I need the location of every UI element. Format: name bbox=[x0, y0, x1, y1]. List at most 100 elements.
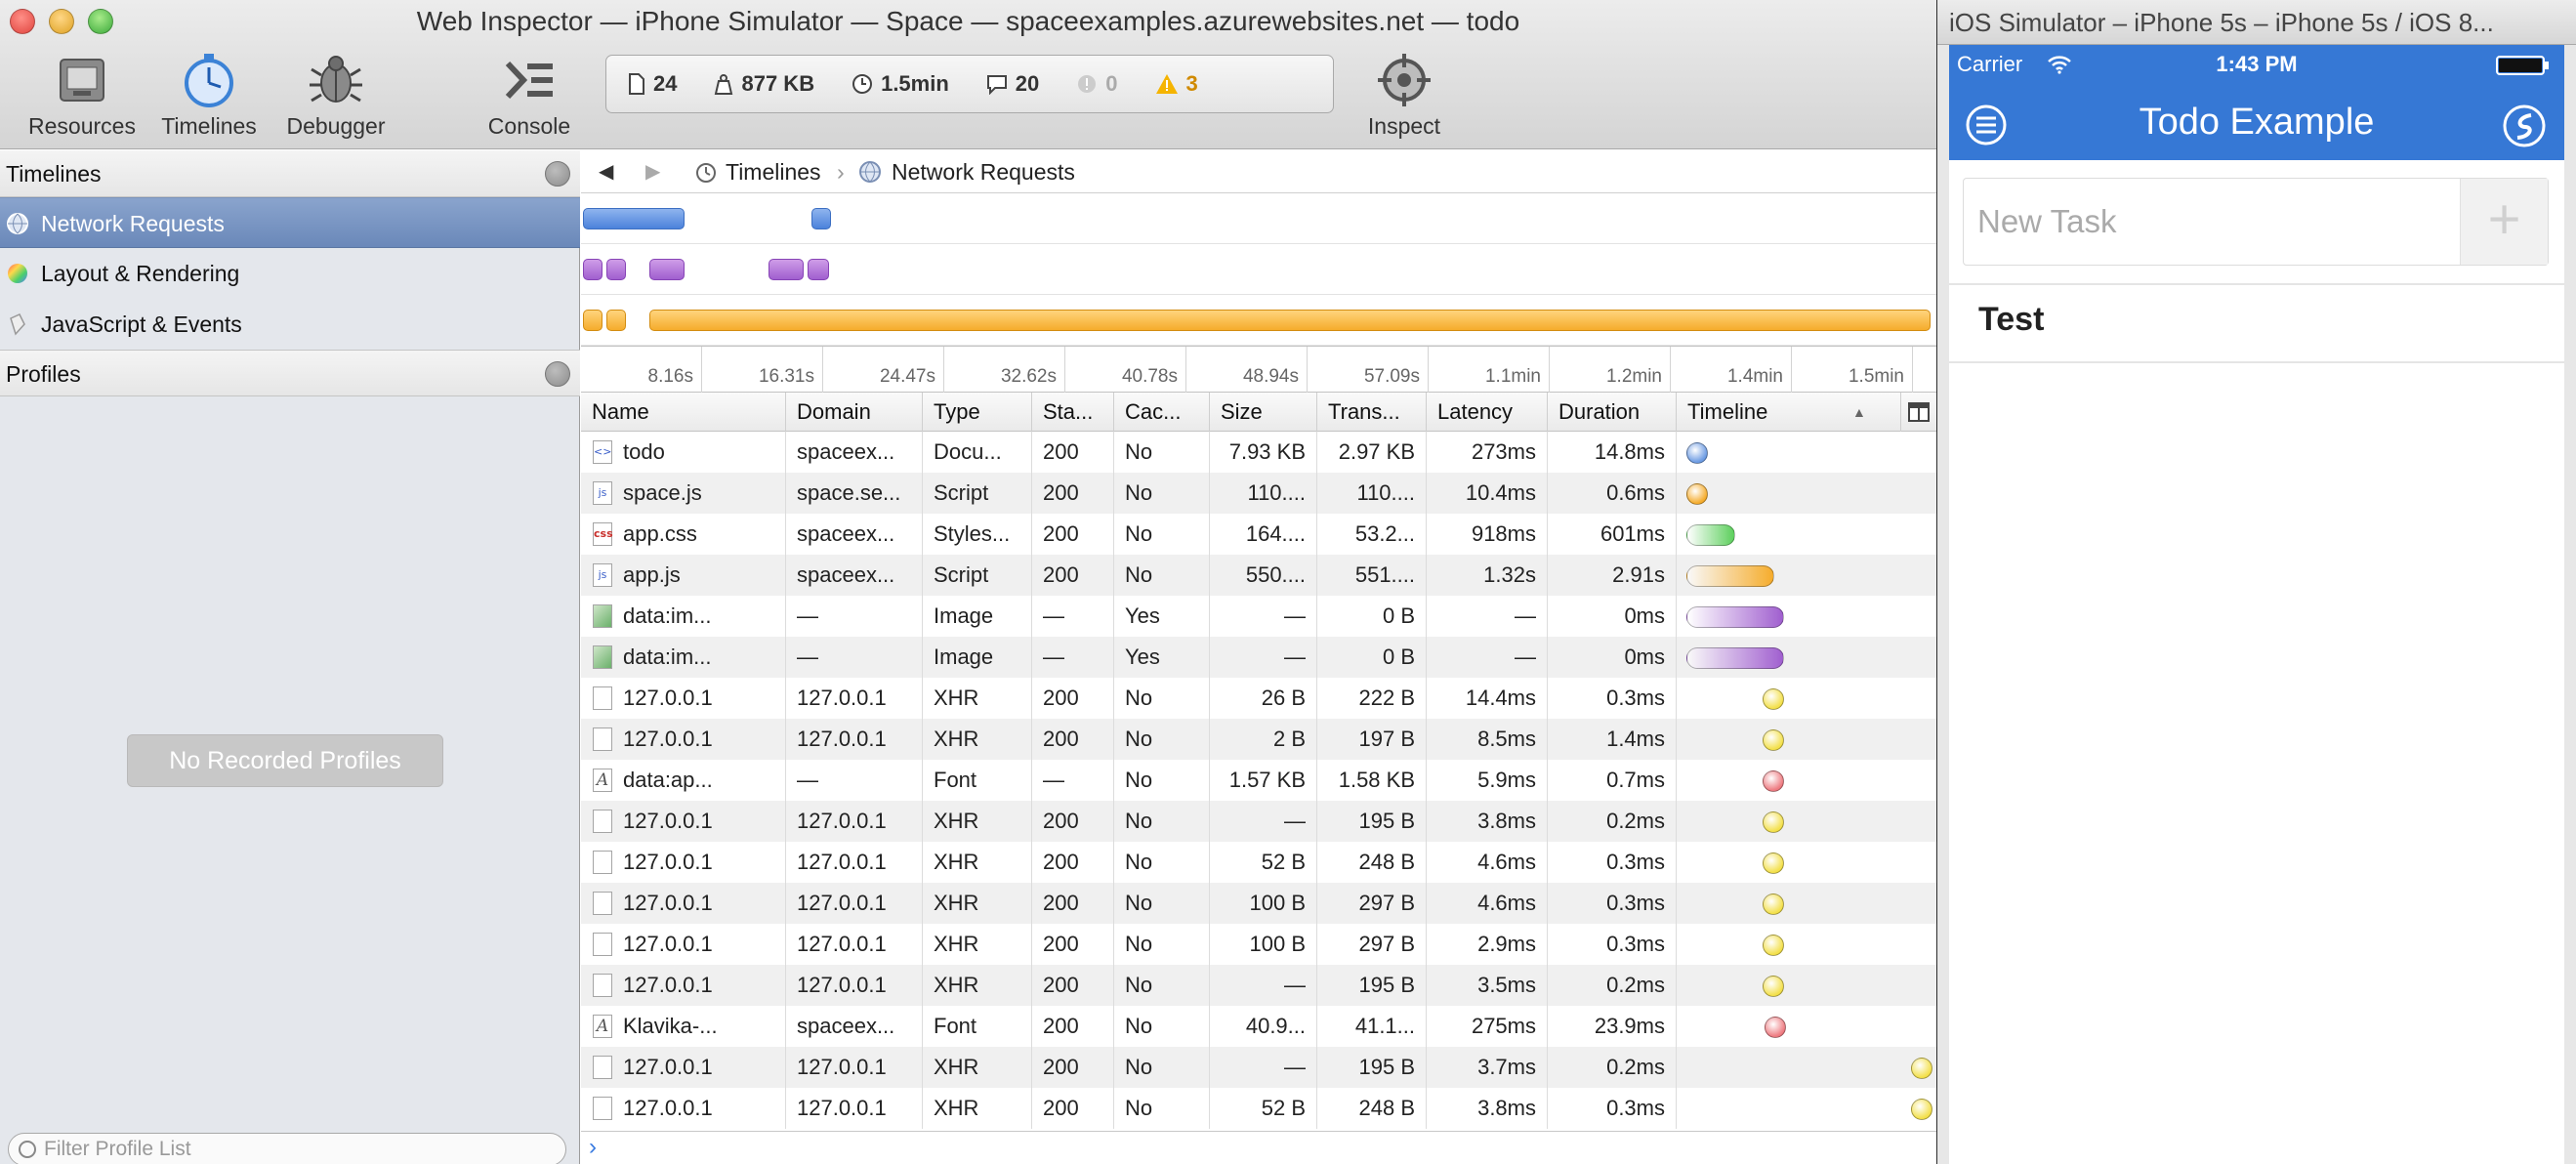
table-row[interactable]: js space.js space.se... Script 200 No 110.... 1… bbox=[581, 473, 1936, 514]
table-row[interactable]: data:im... — Image — Yes —0 B —0ms bbox=[581, 596, 1936, 637]
cell-latency: 14.4ms bbox=[1427, 678, 1548, 719]
column-header-cached[interactable]: Cac... bbox=[1114, 393, 1210, 432]
table-row[interactable]: data:im... — Image — Yes —0 B —0ms bbox=[581, 637, 1936, 678]
new-task-input[interactable]: New Task bbox=[1964, 179, 2460, 265]
column-header-type[interactable]: Type bbox=[923, 393, 1032, 432]
warning-icon bbox=[1155, 74, 1178, 94]
table-row[interactable]: <> todo spaceex... Docu... 200 No 7.93 KB 2.97 … bbox=[581, 432, 1936, 473]
layout-segment bbox=[769, 259, 804, 280]
network-segment bbox=[583, 208, 685, 229]
table-row[interactable]: A Klavika-... spaceex... Font 200 No 40.9... 41… bbox=[581, 1006, 1936, 1047]
filter-profile-input[interactable]: Filter Profile List bbox=[8, 1133, 566, 1164]
sort-ascending-icon[interactable]: ▲ bbox=[1852, 393, 1866, 432]
table-row[interactable]: 127.0.0.1 127.0.0.1 XHR 200 No 100 B 297 B 2.9m… bbox=[581, 924, 1936, 965]
breadcrumb-timelines[interactable]: Timelines bbox=[726, 150, 821, 193]
cell-name: Adata:ap... bbox=[581, 760, 786, 801]
sidebar-item-layout-rendering[interactable]: Layout & Rendering bbox=[0, 248, 580, 299]
blank-file-icon bbox=[593, 933, 612, 956]
table-row[interactable]: 127.0.0.1 127.0.0.1 XHR 200 No 100 B 297 B 4.6m… bbox=[581, 883, 1936, 924]
image-file-icon bbox=[593, 604, 612, 628]
column-header-size[interactable]: Size bbox=[1210, 393, 1317, 432]
cell-status: — bbox=[1032, 596, 1114, 637]
js-file-icon: js bbox=[593, 481, 612, 505]
debugger-tab[interactable]: Debugger bbox=[268, 51, 404, 145]
timeline-bar bbox=[1686, 606, 1784, 628]
resources-tab[interactable]: Resources bbox=[14, 51, 150, 145]
sidebar-item-network-requests[interactable]: Network Requests bbox=[0, 197, 580, 248]
cell-transferred: 2.97 KB bbox=[1317, 432, 1427, 473]
cell-cached: No bbox=[1114, 1047, 1210, 1088]
cell-domain: 127.0.0.1 bbox=[786, 1088, 923, 1129]
table-row[interactable]: 127.0.0.1 127.0.0.1 XHR 200 No —195 B 3.5ms 0.2… bbox=[581, 965, 1936, 1006]
column-header-transferred[interactable]: Trans... bbox=[1317, 393, 1427, 432]
back-button[interactable]: ◀ bbox=[599, 150, 613, 193]
cell-transferred: 41.1... bbox=[1317, 1006, 1427, 1047]
network-overview-track[interactable] bbox=[581, 193, 1936, 244]
table-row[interactable]: 127.0.0.1 127.0.0.1 XHR 200 No —195 B 3.7ms 0.2… bbox=[581, 1047, 1936, 1088]
task-item[interactable]: Test bbox=[1978, 301, 2044, 339]
table-row[interactable]: 127.0.0.1 127.0.0.1 XHR 200 No —195 B 3.8ms 0.2… bbox=[581, 801, 1936, 842]
debugger-label: Debugger bbox=[286, 113, 386, 139]
script-icon bbox=[10, 313, 25, 336]
cell-duration: 0ms bbox=[1548, 637, 1677, 678]
profile-record-button[interactable] bbox=[545, 361, 570, 387]
column-header-duration[interactable]: Duration bbox=[1548, 393, 1677, 432]
breadcrumb-network-requests[interactable]: Network Requests bbox=[892, 150, 1075, 193]
cell-cached: No bbox=[1114, 965, 1210, 1006]
cell-cached: Yes bbox=[1114, 596, 1210, 637]
table-row[interactable]: 127.0.0.1 127.0.0.1 XHR 200 No 2 B 197 B 8.5ms 1… bbox=[581, 719, 1936, 760]
cell-status: 200 bbox=[1032, 719, 1114, 760]
console-tab[interactable]: Console bbox=[461, 51, 598, 145]
window-title: Web Inspector — iPhone Simulator — Space… bbox=[416, 6, 1520, 36]
timeline-bar bbox=[1763, 811, 1784, 833]
console-warnings-value: 3 bbox=[1185, 71, 1198, 96]
sync-button[interactable] bbox=[2502, 104, 2547, 148]
column-header-latency[interactable]: Latency bbox=[1427, 393, 1548, 432]
add-task-button[interactable]: + bbox=[2460, 179, 2548, 265]
document-icon bbox=[629, 73, 644, 95]
sync-icon bbox=[2503, 104, 2546, 147]
console-label: Console bbox=[487, 113, 571, 139]
cell-transferred: 248 B bbox=[1317, 1088, 1427, 1129]
activity-status-bar[interactable]: 24 877 KB 1.5min 20 0 3 bbox=[605, 55, 1334, 113]
table-row[interactable]: 127.0.0.1 127.0.0.1 XHR 200 No 52 B 248 B 3.8ms… bbox=[581, 1088, 1936, 1129]
cell-domain: 127.0.0.1 bbox=[786, 719, 923, 760]
image-file-icon bbox=[593, 645, 612, 669]
table-row[interactable]: css app.css spaceex... Styles... 200 No 164...… bbox=[581, 514, 1936, 555]
script-segment bbox=[583, 310, 602, 331]
column-header-domain[interactable]: Domain bbox=[786, 393, 923, 432]
html-file-icon: <> bbox=[593, 440, 612, 464]
timelines-tab[interactable]: Timelines bbox=[141, 51, 277, 145]
sidebar-item-label: Network Requests bbox=[41, 211, 225, 236]
ios-status-bar: Carrier 1:43 PM bbox=[1949, 45, 2564, 84]
stopwatch-icon bbox=[696, 163, 716, 183]
forward-button[interactable]: ▶ bbox=[645, 150, 660, 193]
table-row[interactable]: 127.0.0.1 127.0.0.1 XHR 200 No 26 B 222 B 14.4m… bbox=[581, 678, 1936, 719]
column-header-name[interactable]: Name bbox=[581, 393, 786, 432]
console-prompt[interactable]: › bbox=[581, 1131, 1936, 1164]
cell-name: data:im... bbox=[581, 596, 786, 637]
record-button[interactable] bbox=[545, 161, 570, 187]
console-icon bbox=[498, 51, 561, 109]
cell-latency: 4.6ms bbox=[1427, 883, 1548, 924]
table-row[interactable]: 127.0.0.1 127.0.0.1 XHR 200 No 52 B 248 B 4.6ms… bbox=[581, 842, 1936, 883]
cell-transferred: 248 B bbox=[1317, 842, 1427, 883]
column-header-status[interactable]: Sta... bbox=[1032, 393, 1114, 432]
column-header-timeline[interactable]: Timeline bbox=[1677, 393, 1901, 432]
cell-type: Script bbox=[923, 555, 1032, 596]
sidebar-item-javascript-events[interactable]: JavaScript & Events bbox=[0, 299, 580, 350]
cell-transferred: 0 B bbox=[1317, 596, 1427, 637]
timeline-bar bbox=[1911, 1099, 1932, 1120]
cell-status: 200 bbox=[1032, 801, 1114, 842]
cell-domain: 127.0.0.1 bbox=[786, 678, 923, 719]
console-messages-value: 20 bbox=[1015, 71, 1040, 96]
cell-cached: No bbox=[1114, 555, 1210, 596]
table-row[interactable]: js app.js spaceex... Script 200 No 550.... 551.… bbox=[581, 555, 1936, 596]
script-overview-track[interactable] bbox=[581, 295, 1936, 346]
blank-file-icon bbox=[593, 810, 612, 833]
table-row[interactable]: Adata:ap... — Font — No 1.57 KB 1.58 KB 5.9ms 0.… bbox=[581, 760, 1936, 801]
cell-duration: 0.3ms bbox=[1548, 842, 1677, 883]
inspect-button[interactable]: Inspect bbox=[1336, 51, 1473, 145]
layout-overview-track[interactable] bbox=[581, 244, 1936, 295]
column-chooser-button[interactable] bbox=[1901, 393, 1936, 432]
